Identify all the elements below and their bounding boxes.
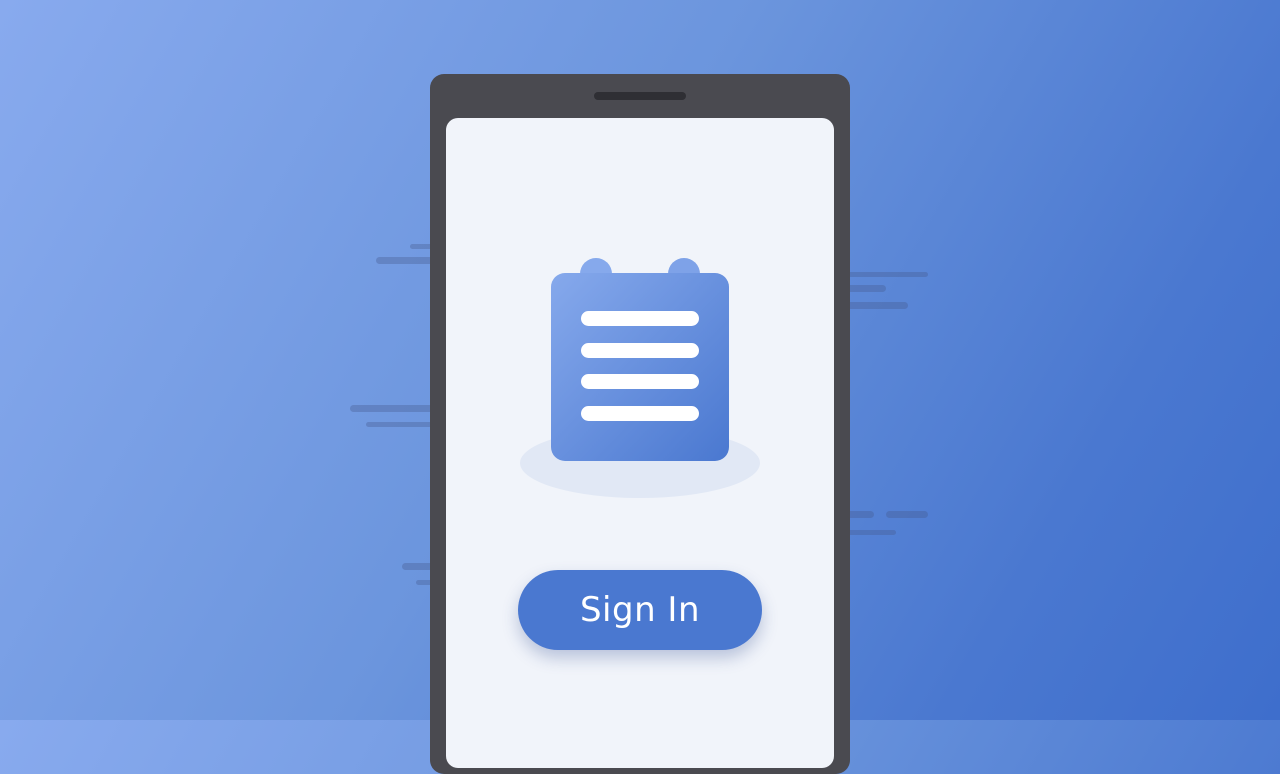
sign-in-button[interactable]: Sign In [518,570,762,650]
phone-screen: Sign In [446,118,834,768]
phone-frame: Sign In [430,74,850,774]
speed-line [840,302,908,309]
phone-speaker [594,92,686,100]
speed-line [366,422,440,427]
notepad-icon [551,258,729,461]
speed-line [840,272,928,277]
speed-line [886,511,928,518]
speed-line [350,405,440,412]
